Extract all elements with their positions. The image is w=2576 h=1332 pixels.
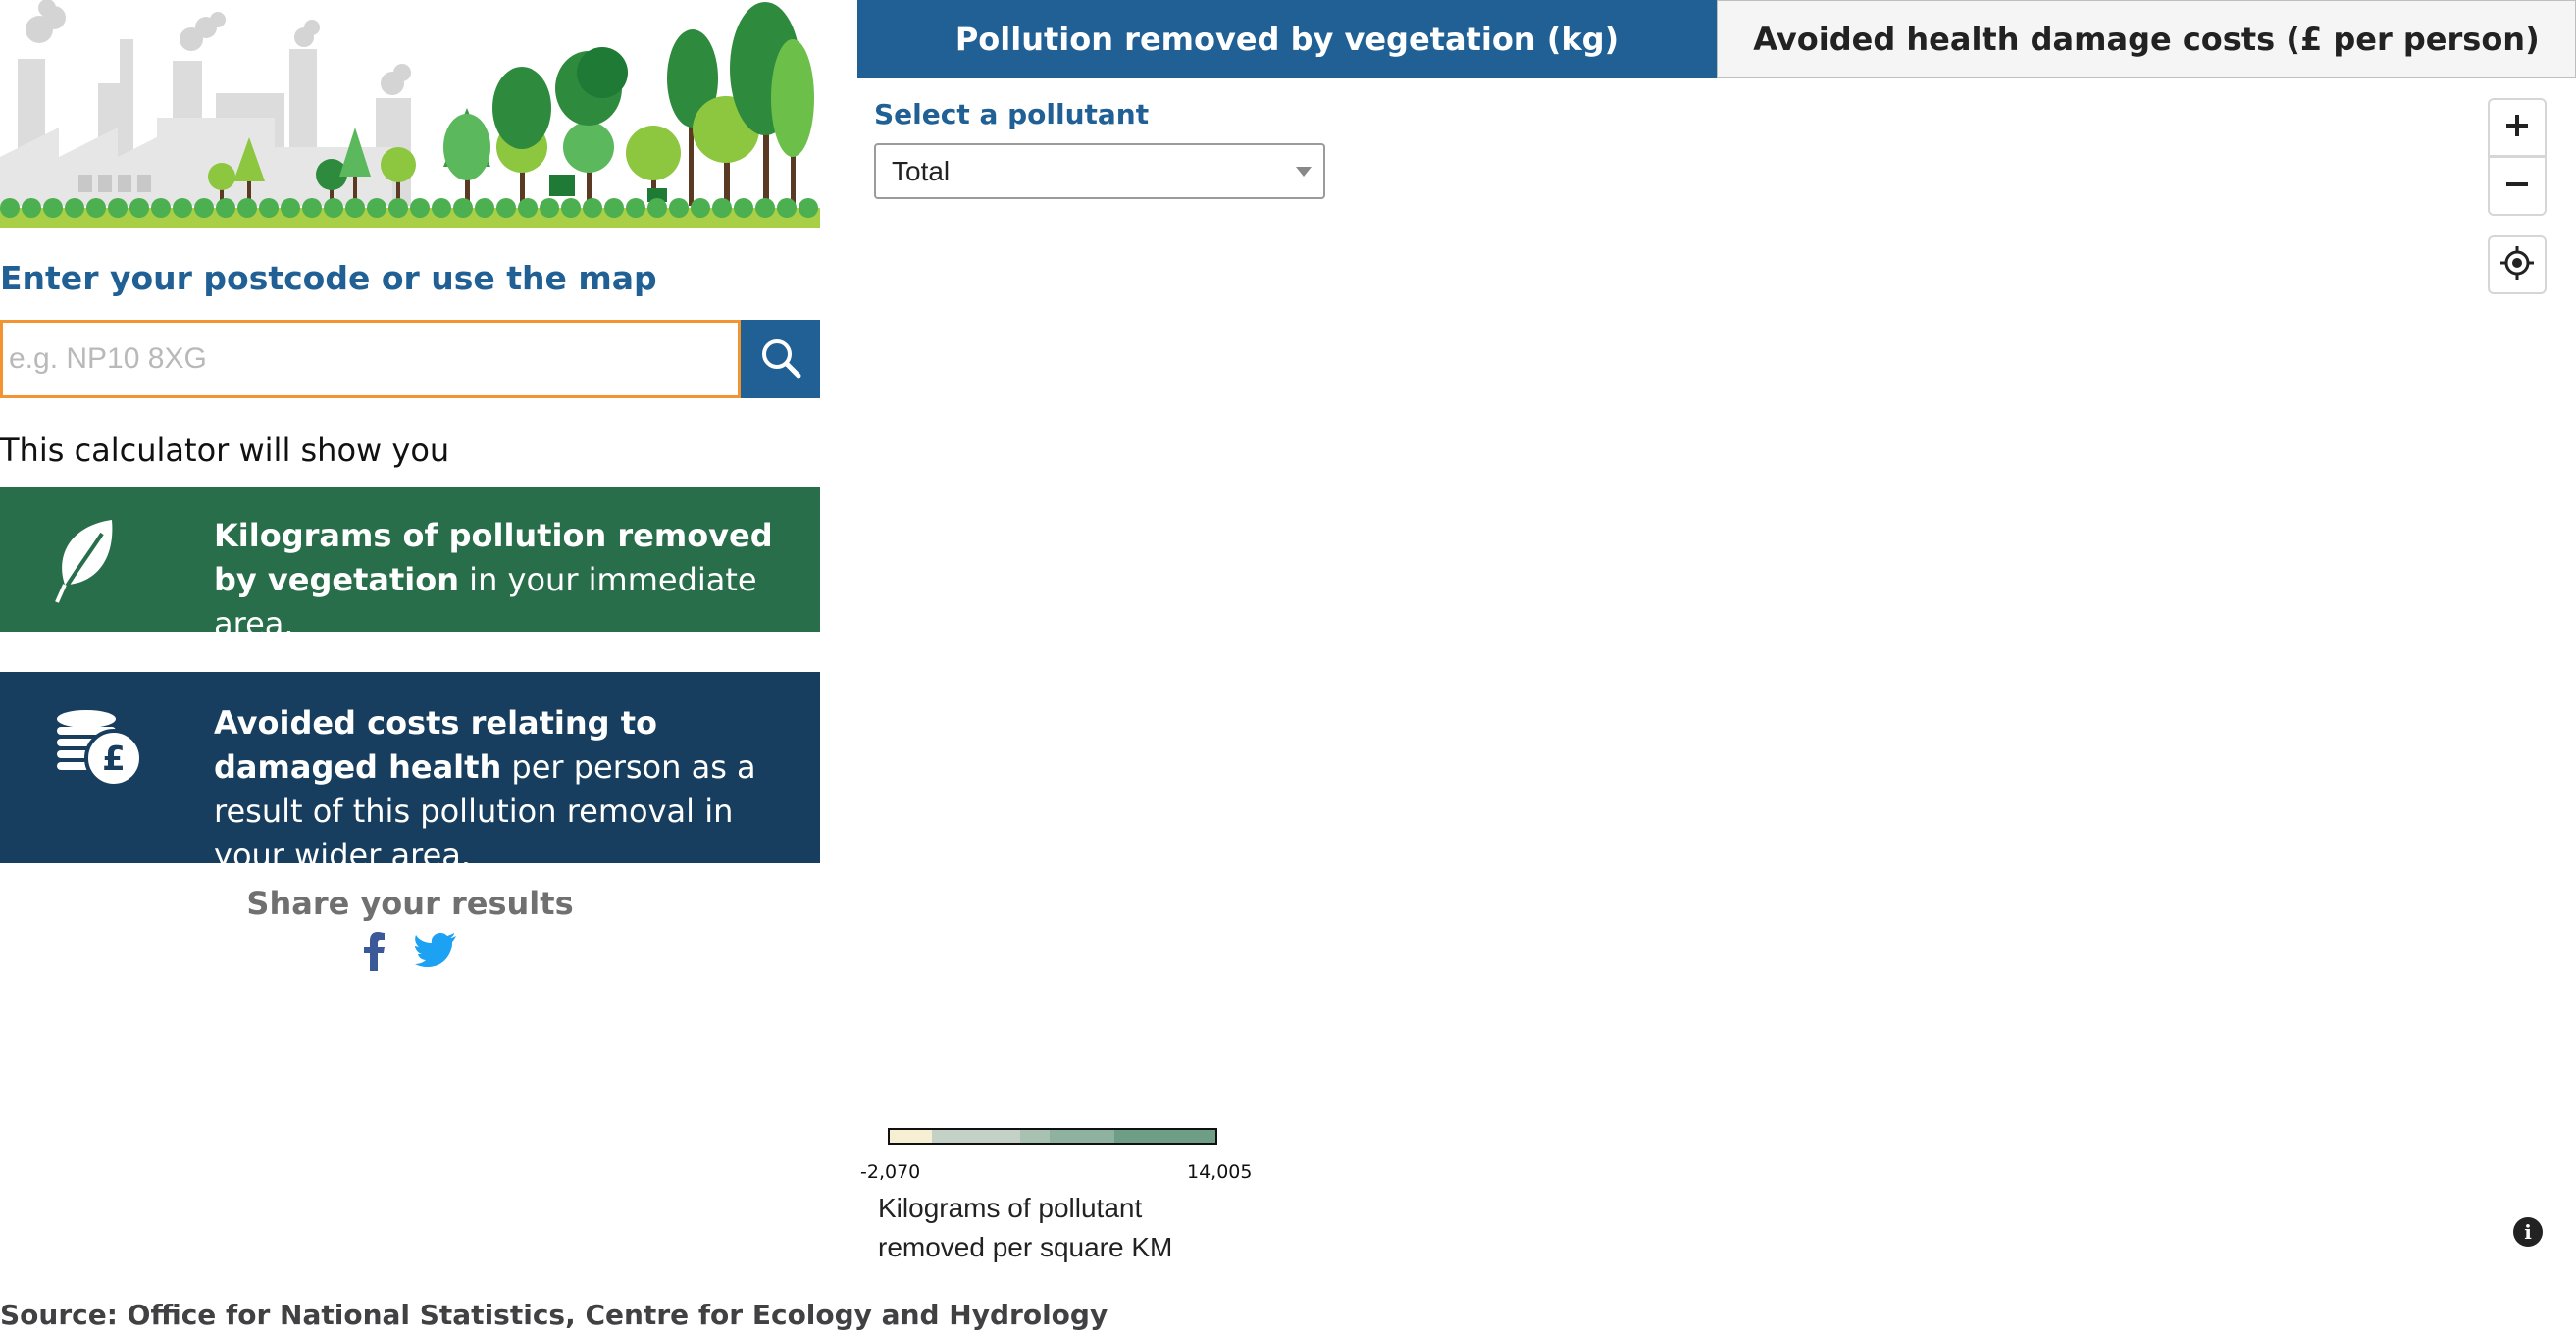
hero-illustration <box>0 0 820 228</box>
legend-swatch <box>1049 1130 1115 1143</box>
legend-swatch <box>1114 1130 1215 1143</box>
postcode-input[interactable] <box>0 320 741 398</box>
vegetation-info-box: Kilograms of pollution removed by vegeta… <box>0 487 820 642</box>
pollutant-selected-value: Total <box>892 155 951 186</box>
pollutant-label: Select a pollutant <box>874 98 1150 130</box>
chevron-down-icon <box>1296 167 1312 177</box>
vegetation-info-text: Kilograms of pollution removed by vegeta… <box>214 517 773 642</box>
legend-swatch <box>932 1130 1020 1143</box>
tab-bar: Pollution removed by vegetation (kg) Avo… <box>857 0 2576 78</box>
tab-pollution-removed[interactable]: Pollution removed by vegetation (kg) <box>857 0 1717 78</box>
pound-coins-icon: £ <box>51 707 145 794</box>
health-info-box: £ Avoided costs relating to damaged heal… <box>0 672 820 874</box>
minus-icon <box>2504 172 2530 201</box>
info-icon[interactable]: i <box>2513 1217 2543 1247</box>
calculator-panel: Enter your postcode or use the map This … <box>0 0 1108 1332</box>
search-icon <box>759 336 802 383</box>
health-info-text: Avoided costs relating to damaged health… <box>214 704 756 874</box>
calculator-intro: This calculator will show you <box>0 432 450 469</box>
search-button[interactable] <box>741 320 820 398</box>
legend-swatch <box>1019 1130 1050 1143</box>
postcode-heading: Enter your postcode or use the map <box>0 259 657 297</box>
svg-text:£: £ <box>102 740 126 779</box>
locate-button[interactable] <box>2488 235 2547 294</box>
legend-min-label: -2,070 <box>860 1161 921 1183</box>
postcode-search <box>0 320 820 398</box>
plus-icon <box>2504 113 2530 142</box>
crosshair-icon <box>2499 245 2535 284</box>
map-area[interactable] <box>857 78 2576 1255</box>
tab-avoided-costs[interactable]: Avoided health damage costs (£ per perso… <box>1717 0 2576 78</box>
source-note: Source: Office for National Statistics, … <box>0 1299 1108 1331</box>
leaf-icon <box>51 516 122 610</box>
facebook-icon[interactable] <box>364 932 386 975</box>
pollutant-select[interactable]: Total <box>874 143 1325 199</box>
legend-max-label: 14,005 <box>1187 1161 1253 1183</box>
zoom-in-button[interactable] <box>2488 98 2547 157</box>
legend-title: Kilograms of pollutant removed per squar… <box>878 1193 1173 1262</box>
legend-swatch <box>890 1130 933 1143</box>
legend-color-scale <box>888 1128 1217 1145</box>
twitter-icon[interactable] <box>415 932 456 975</box>
share-heading: Share your results <box>246 885 574 922</box>
zoom-out-button[interactable] <box>2488 157 2547 216</box>
share-buttons <box>0 932 820 975</box>
